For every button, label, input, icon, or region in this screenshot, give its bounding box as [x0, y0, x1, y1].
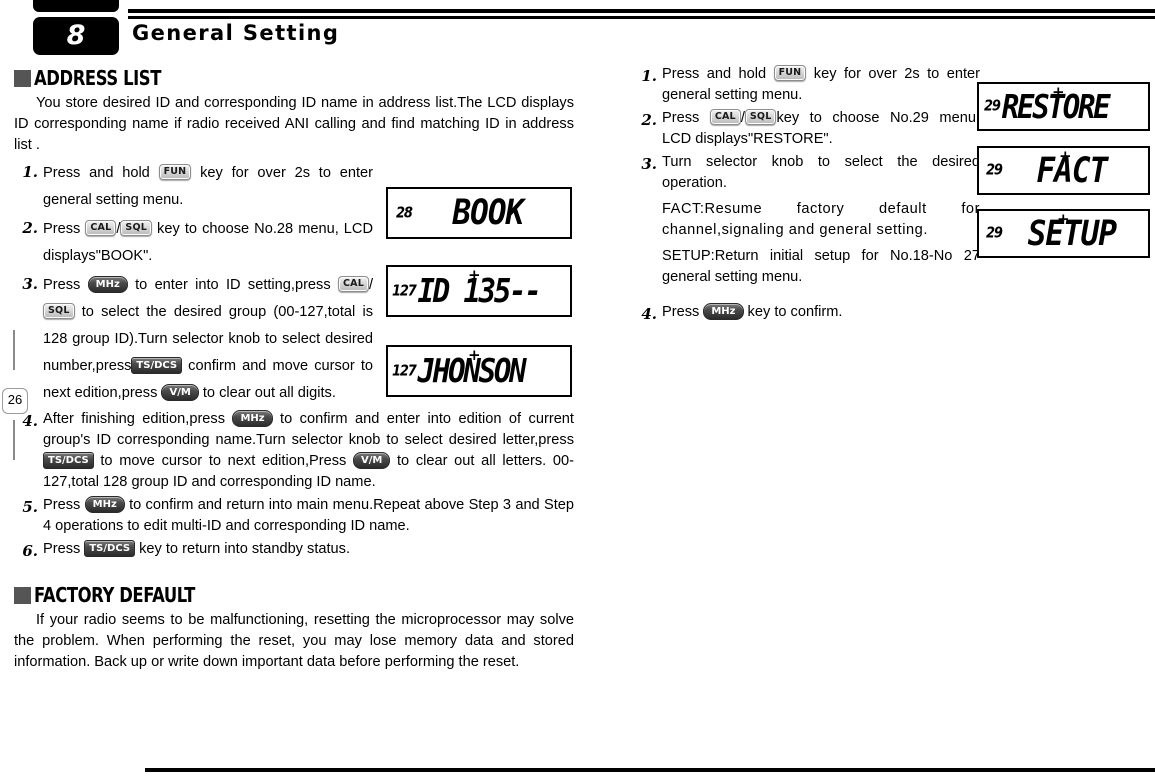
key-badge-sql: SQL — [120, 220, 152, 237]
square-bullet-icon — [14, 586, 31, 604]
note-text: SETUP:Return initial setup for No.18-No … — [662, 248, 980, 285]
lcd-main-text: RESTORE — [1001, 87, 1111, 126]
step-item: 4. Press MHz key to confirm. — [633, 302, 1153, 326]
key-badge-cal: CAL — [85, 220, 117, 237]
step-text: After finishing edition,press MHz to con… — [43, 409, 574, 490]
key-badge-fun: FUN — [158, 164, 192, 181]
lcd-display-id: + 127 ID 135-- — [386, 265, 572, 317]
key-badge-ts-dcs: TS/DCS — [43, 451, 94, 469]
square-bullet-icon — [14, 69, 31, 87]
lcd-display-setup: + 29 SETUP — [977, 209, 1150, 258]
lcd-main-text: BOOK — [452, 192, 525, 234]
header-rule-top — [128, 9, 1155, 13]
footer-rule — [145, 768, 1155, 772]
step-item: 5. Press MHz to confirm and return into m… — [14, 495, 574, 537]
key-badge-mhz: MHz — [87, 275, 128, 293]
step-number: 1. — [641, 67, 657, 85]
page-title: General Setting — [132, 21, 340, 45]
section-title-text: FACTORY DEFAULT — [34, 583, 195, 607]
step-number: 5. — [22, 498, 38, 516]
factory-default-steps-bottom: 4. Press MHz key to confirm. — [633, 292, 1153, 326]
step-number: 1. — [22, 163, 38, 181]
section-heading-factory-default: FACTORY DEFAULT — [14, 583, 574, 607]
section-heading-address-list: ADDRESS LIST — [14, 66, 574, 90]
key-badge-v-m: V/M — [352, 451, 391, 469]
lcd-channel-number: 127 — [392, 362, 417, 380]
step-text: Press TS/DCS key to return into standby … — [43, 539, 351, 557]
lcd-channel-number: 28 — [396, 204, 413, 222]
key-badge-mhz: MHz — [84, 495, 125, 513]
header-rule-bottom — [128, 16, 1155, 19]
key-badge-fun: FUN — [773, 65, 807, 82]
step-text: Turn selector knob to select the desired… — [662, 154, 980, 191]
lcd-main-text: SETUP — [1027, 213, 1117, 254]
step-text: Press MHz key to confirm. — [662, 302, 843, 320]
note-text: FACT:Resume factory default for channel,… — [662, 201, 980, 238]
lcd-main-text: ID 135-- — [417, 271, 542, 311]
key-badge-mhz: MHz — [703, 302, 744, 320]
step-text: Press and hold FUN key for over 2s to en… — [43, 164, 373, 208]
step-number: 3. — [22, 275, 38, 293]
step-text: Press CAL / SQL key to choose No.28 menu, … — [43, 220, 374, 264]
lcd-display-book: 28 BOOK — [386, 187, 572, 239]
step-text: Press CAL / SQL key to choose No.29 menu, L… — [662, 109, 980, 147]
lcd-main-text: JHONSON — [417, 351, 527, 391]
step-number: 4. — [22, 412, 38, 430]
lcd-channel-number: 29 — [984, 97, 1001, 116]
key-badge-cal: CAL — [337, 276, 369, 293]
address-list-intro: You store desired ID and corresponding I… — [14, 95, 574, 153]
step-number: 3. — [641, 155, 657, 173]
lcd-channel-number: 127 — [392, 282, 417, 300]
step-number: 2. — [22, 219, 38, 237]
lcd-display-restore: + 29 RESTORE — [977, 82, 1150, 131]
step-item: 6. Press TS/DCS key to return into standb… — [14, 539, 574, 563]
key-badge-sql: SQL — [744, 109, 777, 126]
step-text: Press and hold FUN key for over 2s to en… — [662, 65, 980, 103]
lcd-channel-number: 29 — [986, 224, 1003, 243]
lcd-display-fact: + 29 FACT — [977, 146, 1150, 195]
lcd-main-text: FACT — [1036, 150, 1109, 191]
lcd-channel-number: 29 — [986, 161, 1003, 180]
lcd-display-name: + 127 JHONSON — [386, 345, 572, 397]
key-badge-mhz: MHz — [232, 409, 273, 427]
key-badge-cal: CAL — [709, 109, 741, 126]
step-text: Press MHz to confirm and return into mai… — [43, 495, 575, 534]
step-number: 6. — [22, 542, 38, 560]
step-number: 4. — [641, 305, 657, 323]
key-badge-v-m: V/M — [161, 383, 199, 401]
key-badge-ts-dcs: TS/DCS — [84, 539, 136, 557]
key-badge-sql: SQL — [43, 303, 75, 320]
section-title-text: ADDRESS LIST — [34, 66, 161, 90]
page-header: 8 General Setting — [0, 0, 1155, 58]
step-text: Press MHz to enter into ID setting,press… — [43, 275, 374, 401]
chapter-tab-decoration — [33, 0, 119, 12]
factory-default-intro: If your radio seems to be malfunctioning… — [14, 612, 574, 670]
step-item: 4. After finishing edition,press MHz to c… — [14, 409, 574, 493]
step-number: 2. — [641, 111, 657, 129]
key-badge-ts-dcs: TS/DCS — [131, 356, 183, 374]
chapter-number-badge: 8 — [33, 17, 119, 55]
